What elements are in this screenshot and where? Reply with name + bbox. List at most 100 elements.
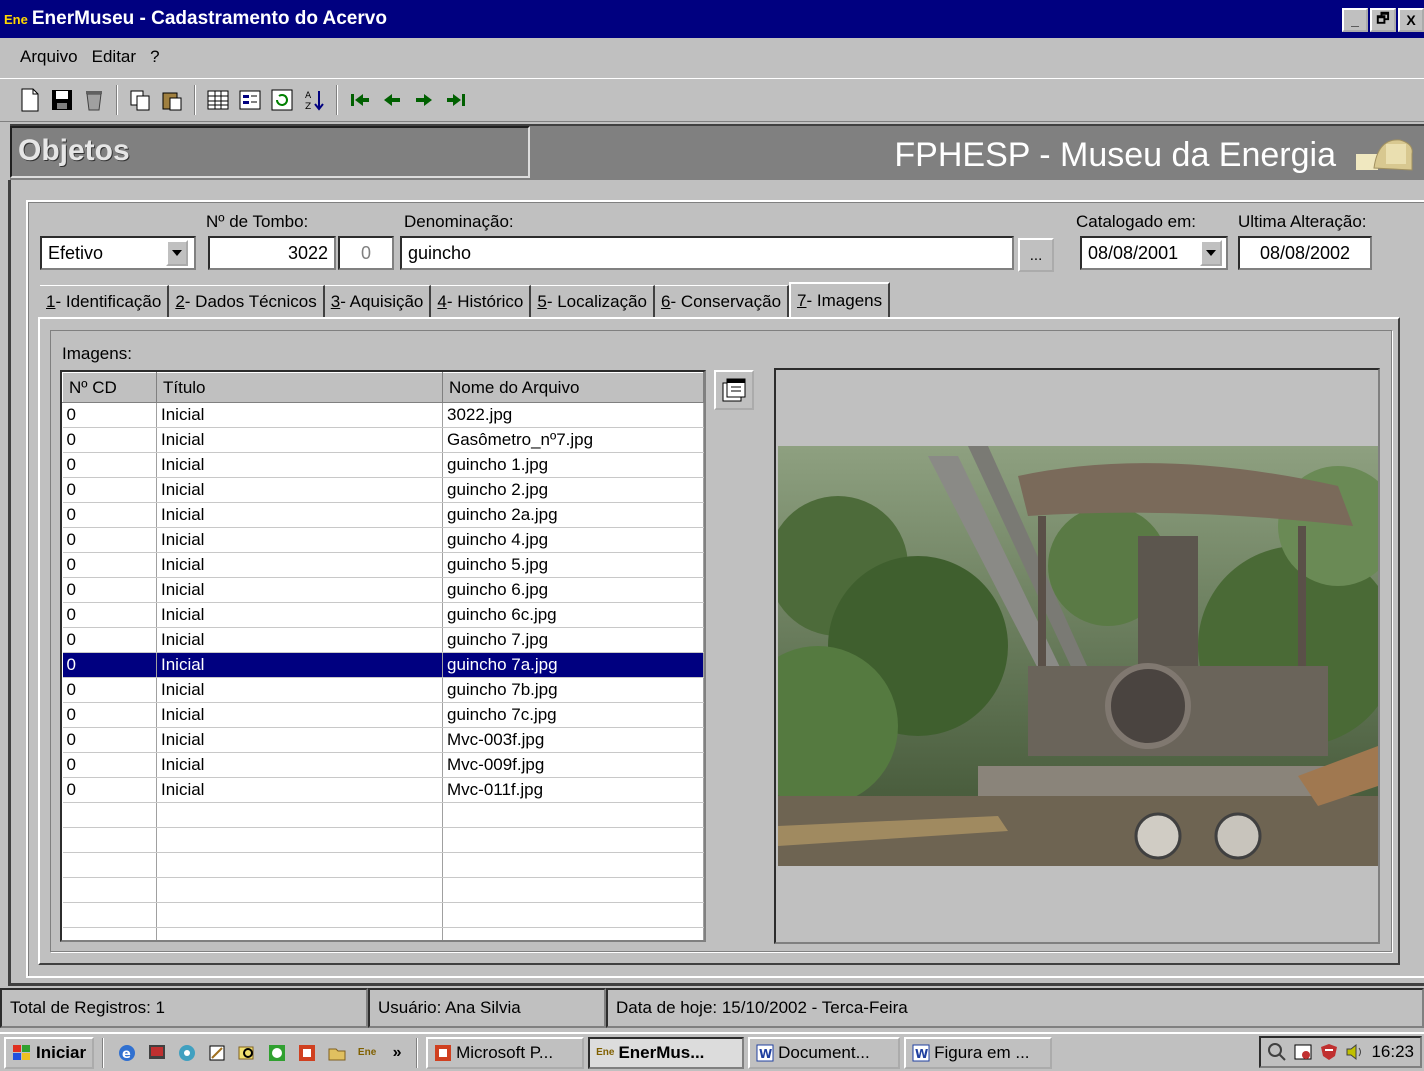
save-icon[interactable] [46,84,78,116]
alteracao-value: 08/08/2002 [1259,242,1351,263]
powerpoint-icon[interactable] [295,1041,319,1065]
delete-icon[interactable] [78,84,110,116]
refresh-icon[interactable] [266,84,298,116]
table-row[interactable]: 0 Inicial guincho 7.jpg [62,627,704,653]
denominacao-label: Denominação: [404,212,514,231]
restore-button[interactable]: 🗗 [1370,8,1396,32]
menu-editar[interactable]: Editar [92,47,136,67]
tab-imagens[interactable]: 7 - Imagens [789,282,891,317]
table-row[interactable]: 0 Inicial guincho 7a.jpg [62,652,704,678]
tab-aquisicao[interactable]: 3 - Aquisição [324,285,432,317]
ie-icon[interactable]: e [115,1041,139,1065]
cell-empty [62,902,157,928]
table-row[interactable]: 0 Inicial guincho 1.jpg [62,452,704,478]
task-figura[interactable]: W Figura em ... [904,1036,1053,1069]
copy-icon[interactable] [124,84,156,116]
task-document[interactable]: W Document... [748,1036,901,1069]
new-icon[interactable] [14,84,46,116]
table-row[interactable]: 0 Inicial guincho 5.jpg [62,552,704,578]
minimize-button[interactable]: _ [1342,8,1368,32]
first-record-icon[interactable] [344,84,376,116]
column-header-arquivo[interactable]: Nome do Arquivo [442,372,704,403]
clock-app-icon[interactable] [265,1041,289,1065]
enermuseu-quick-icon[interactable]: Ene [355,1041,379,1065]
scheduler-icon[interactable] [1293,1042,1313,1062]
table-row[interactable]: 0 Inicial guincho 6.jpg [62,577,704,603]
table-row-empty[interactable] [62,802,704,828]
cell-empty [156,902,443,928]
status-bar: Total de Registros: 1 Usuário: Ana Silvi… [0,988,1424,1028]
menu-arquivo[interactable]: Arquivo [20,47,78,67]
column-header-cd[interactable]: Nº CD [62,372,157,403]
form-view-icon[interactable] [234,84,266,116]
table-row[interactable]: 0 Inicial Mvc-011f.jpg [62,777,704,803]
image-properties-button[interactable] [714,370,754,410]
table-row[interactable]: 0 Inicial guincho 2.jpg [62,477,704,503]
explorer-icon[interactable] [325,1041,349,1065]
close-button[interactable]: X [1398,8,1424,32]
cell-arquivo: guincho 2a.jpg [442,502,704,528]
tab-identificacao[interactable]: 1 - Identificação [40,285,170,317]
alteracao-field: 08/08/2002 [1238,236,1372,270]
find-icon[interactable] [235,1041,259,1065]
table-row-empty[interactable] [62,877,704,903]
channels-icon[interactable] [175,1041,199,1065]
table-row-empty[interactable] [62,827,704,853]
table-row[interactable]: 0 Inicial Mvc-003f.jpg [62,727,704,753]
table-row[interactable]: 0 Inicial guincho 7b.jpg [62,677,704,703]
table-row[interactable]: 0 Inicial guincho 7c.jpg [62,702,704,728]
cell-empty [156,852,443,878]
menu-help[interactable]: ? [150,47,159,67]
cell-titulo: Inicial [156,752,443,778]
table-row[interactable]: 0 Inicial Gasômetro_nº7.jpg [62,427,704,453]
next-record-icon[interactable] [408,84,440,116]
antivirus-icon[interactable] [1319,1042,1339,1062]
table-row-empty[interactable] [62,852,704,878]
column-header-titulo[interactable]: Título [156,372,443,403]
cell-arquivo: guincho 7.jpg [442,627,704,653]
tombo-sub-input[interactable]: 0 [338,236,394,270]
chevron-down-icon[interactable] [1200,240,1222,266]
table-row[interactable]: 0 Inicial guincho 6c.jpg [62,602,704,628]
table-row[interactable]: 0 Inicial 3022.jpg [62,402,704,428]
tombo-sub-value: 0 [360,242,371,263]
more-quicklaunch[interactable]: » [385,1041,409,1065]
paste-icon[interactable] [156,84,188,116]
start-button[interactable]: Iniciar [4,1036,95,1069]
images-grid[interactable]: Nº CD Título Nome do Arquivo 0 Inicial 302… [60,370,706,942]
denominacao-input[interactable]: guincho [400,236,1014,270]
cell-cd: 0 [62,452,157,478]
table-row-empty[interactable] [62,927,704,940]
denominacao-lookup-button[interactable]: ... [1018,238,1054,272]
volume-icon[interactable] [1345,1042,1365,1062]
cell-titulo: Inicial [156,702,443,728]
tab-dados-tecnicos[interactable]: 2 - Dados Técnicos [169,285,325,317]
prev-record-icon[interactable] [376,84,408,116]
image-viewer [774,368,1380,944]
cell-cd: 0 [62,502,157,528]
task-microsoft-powerpoint[interactable]: Microsoft P... [426,1036,585,1069]
tab-historico[interactable]: 4 - Histórico [431,285,532,317]
cell-titulo: Inicial [156,452,443,478]
cell-cd: 0 [62,702,157,728]
tombo-input[interactable]: 3022 [208,236,336,270]
table-row-empty[interactable] [62,902,704,928]
clock: 16:23 [1371,1042,1414,1061]
grid-view-icon[interactable] [202,84,234,116]
tab-localizacao[interactable]: 5 - Localização [531,285,656,317]
desktop-icon[interactable] [145,1041,169,1065]
last-record-icon[interactable] [440,84,472,116]
network-icon[interactable] [1267,1042,1287,1062]
cell-cd: 0 [62,552,157,578]
chevron-down-icon[interactable] [166,240,188,266]
task-enermuseu[interactable]: Ene EnerMus... [588,1036,745,1069]
table-row[interactable]: 0 Inicial guincho 4.jpg [62,527,704,553]
table-row[interactable]: 0 Inicial guincho 2a.jpg [62,502,704,528]
notepad-icon[interactable] [205,1041,229,1065]
cell-empty [156,877,443,903]
toolbar: AZ [0,78,1424,122]
sort-icon[interactable]: AZ [298,84,330,116]
cell-empty [156,827,443,853]
table-row[interactable]: 0 Inicial Mvc-009f.jpg [62,752,704,778]
tab-conservacao[interactable]: 6 - Conservação [655,285,790,317]
